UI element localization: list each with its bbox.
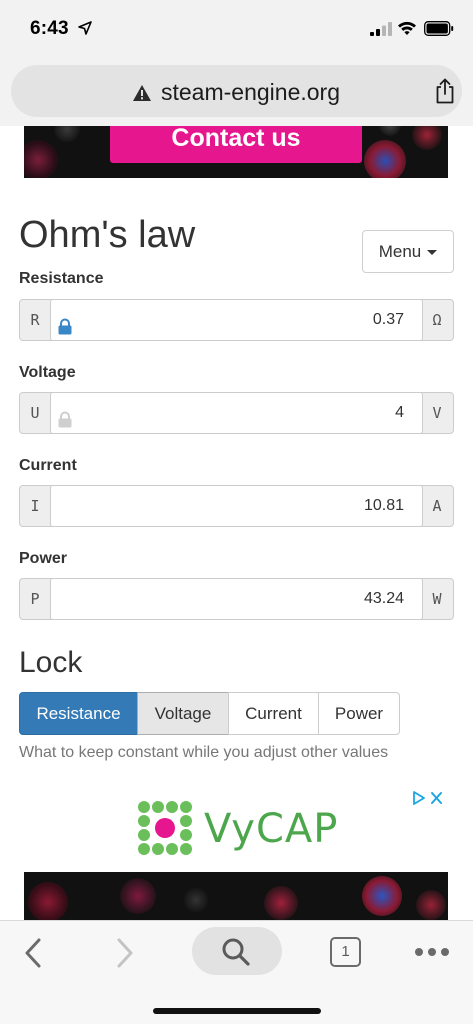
status-bar: 6:43	[0, 0, 473, 60]
lock-closed-icon[interactable]	[57, 318, 73, 335]
contact-us-button[interactable]: Contact us	[110, 126, 362, 163]
address-bar-area: steam-engine.org	[0, 60, 473, 126]
cellular-signal-icon	[370, 22, 392, 36]
voltage-unit: V	[432, 404, 442, 422]
cell-image	[364, 140, 406, 178]
resistance-input-group: R 0.37 Ω	[19, 299, 454, 341]
resistance-input[interactable]: 0.37	[50, 299, 423, 341]
search-icon	[222, 938, 250, 966]
voltage-symbol: U	[30, 404, 40, 422]
cell-image	[379, 126, 401, 136]
bottom-banner-image[interactable]	[24, 872, 448, 920]
power-input-group: P 43.24 W	[19, 578, 454, 620]
home-indicator[interactable]	[153, 1008, 321, 1014]
more-options-icon[interactable]	[414, 947, 450, 957]
lock-help-text: What to keep constant while you adjust o…	[19, 744, 389, 761]
browser-toolbar: 1	[0, 920, 473, 1024]
tabs-button[interactable]: 1	[330, 937, 361, 967]
vycap-logo-icon	[138, 801, 192, 855]
lock-voltage-button[interactable]: Voltage	[137, 692, 229, 735]
voltage-label: Voltage	[19, 364, 76, 381]
cell-image	[416, 890, 446, 920]
lock-heading: Lock	[19, 646, 83, 679]
cell-image	[184, 888, 208, 912]
location-arrow-icon	[78, 21, 92, 35]
vycap-brand: VyCAP	[204, 806, 339, 852]
current-symbol: I	[30, 497, 40, 515]
current-value: 10.81	[363, 497, 404, 514]
voltage-input-group: U 4 V	[19, 392, 454, 434]
cell-image	[24, 140, 58, 178]
address-bar[interactable]: steam-engine.org	[11, 65, 462, 117]
lock-power-button[interactable]: Power	[318, 692, 400, 735]
lock-resistance-button[interactable]: Resistance	[19, 692, 138, 735]
current-input[interactable]: 10.81	[50, 485, 423, 527]
cell-image	[362, 876, 402, 916]
battery-icon	[424, 21, 454, 36]
voltage-input[interactable]: 4	[50, 392, 423, 434]
url-text: steam-engine.org	[161, 79, 340, 105]
current-unit: A	[432, 497, 442, 515]
power-symbol: P	[30, 590, 40, 608]
menu-button[interactable]: Menu	[362, 230, 454, 273]
menu-label: Menu	[378, 242, 422, 261]
power-value: 43.24	[363, 590, 404, 607]
resistance-symbol: R	[30, 311, 40, 329]
top-banner-ad[interactable]: Contact us	[24, 126, 448, 178]
lock-current-button[interactable]: Current	[228, 692, 319, 735]
search-button[interactable]	[192, 927, 282, 975]
cell-image	[120, 878, 156, 914]
voltage-value: 4	[395, 404, 404, 421]
share-icon[interactable]	[434, 78, 456, 104]
caret-down-icon	[427, 250, 438, 256]
adchoices-icon[interactable]	[412, 790, 444, 806]
cell-image	[54, 126, 80, 142]
resistance-unit: Ω	[432, 311, 442, 329]
cell-image	[264, 886, 298, 920]
page-title: Ohm's law	[19, 214, 196, 256]
resistance-label: Resistance	[19, 270, 104, 287]
warning-icon	[133, 85, 151, 101]
status-time: 6:43	[30, 18, 69, 39]
forward-arrow-icon[interactable]	[114, 937, 136, 969]
wifi-icon	[398, 21, 416, 35]
current-input-group: I 10.81 A	[19, 485, 454, 527]
cell-image	[28, 882, 68, 920]
lock-open-icon[interactable]	[57, 411, 73, 428]
power-label: Power	[19, 550, 68, 567]
resistance-value: 0.37	[372, 311, 404, 328]
power-unit: W	[432, 590, 442, 608]
cell-image	[412, 126, 442, 150]
power-input[interactable]: 43.24	[50, 578, 423, 620]
back-arrow-icon[interactable]	[22, 937, 44, 969]
current-label: Current	[19, 457, 77, 474]
